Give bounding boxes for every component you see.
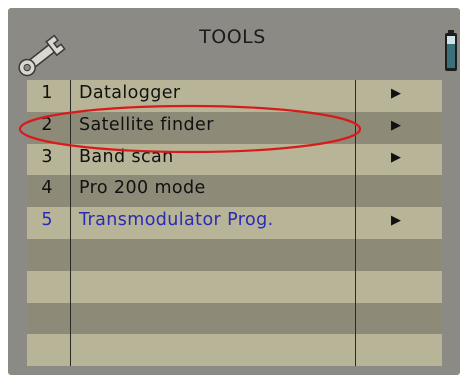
menu-empty-row [27,239,442,271]
page-title: TOOLS [199,26,266,48]
submenu-arrow-icon: ▶ [391,86,401,101]
item-label: Band scan [79,146,174,167]
item-label: Pro 200 mode [79,178,206,199]
submenu-arrow-icon: ▶ [391,149,401,165]
item-label: Datalogger [79,83,181,103]
item-number: 4 [41,178,53,199]
menu-empty-row [27,270,442,303]
item-number: 3 [41,146,53,167]
column-divider [70,80,71,366]
menu-empty-row [27,334,442,367]
menu-empty-row [27,302,442,335]
column-divider [355,80,356,366]
item-number: 1 [41,83,53,103]
submenu-arrow-icon: ▶ [391,117,401,133]
item-number: 5 [41,210,53,231]
menu-item-pro-200-mode[interactable]: 4 Pro 200 mode [27,175,442,208]
menu-item-satellite-finder[interactable]: 2 Satellite finder ▶ [27,111,442,144]
item-label: Transmodulator Prog. [79,210,274,231]
menu-item-band-scan[interactable]: 3 Band scan ▶ [27,143,442,176]
menu-item-datalogger[interactable]: 1 Datalogger ▶ [27,80,442,112]
submenu-arrow-icon: ▶ [391,213,401,229]
tools-menu: 1 Datalogger ▶ 2 Satellite finder ▶ 3 Ba… [27,80,442,367]
item-number: 2 [41,114,53,135]
item-label: Satellite finder [79,114,214,135]
menu-item-transmodulator-prog[interactable]: 5 Transmodulator Prog. ▶ [27,207,442,239]
